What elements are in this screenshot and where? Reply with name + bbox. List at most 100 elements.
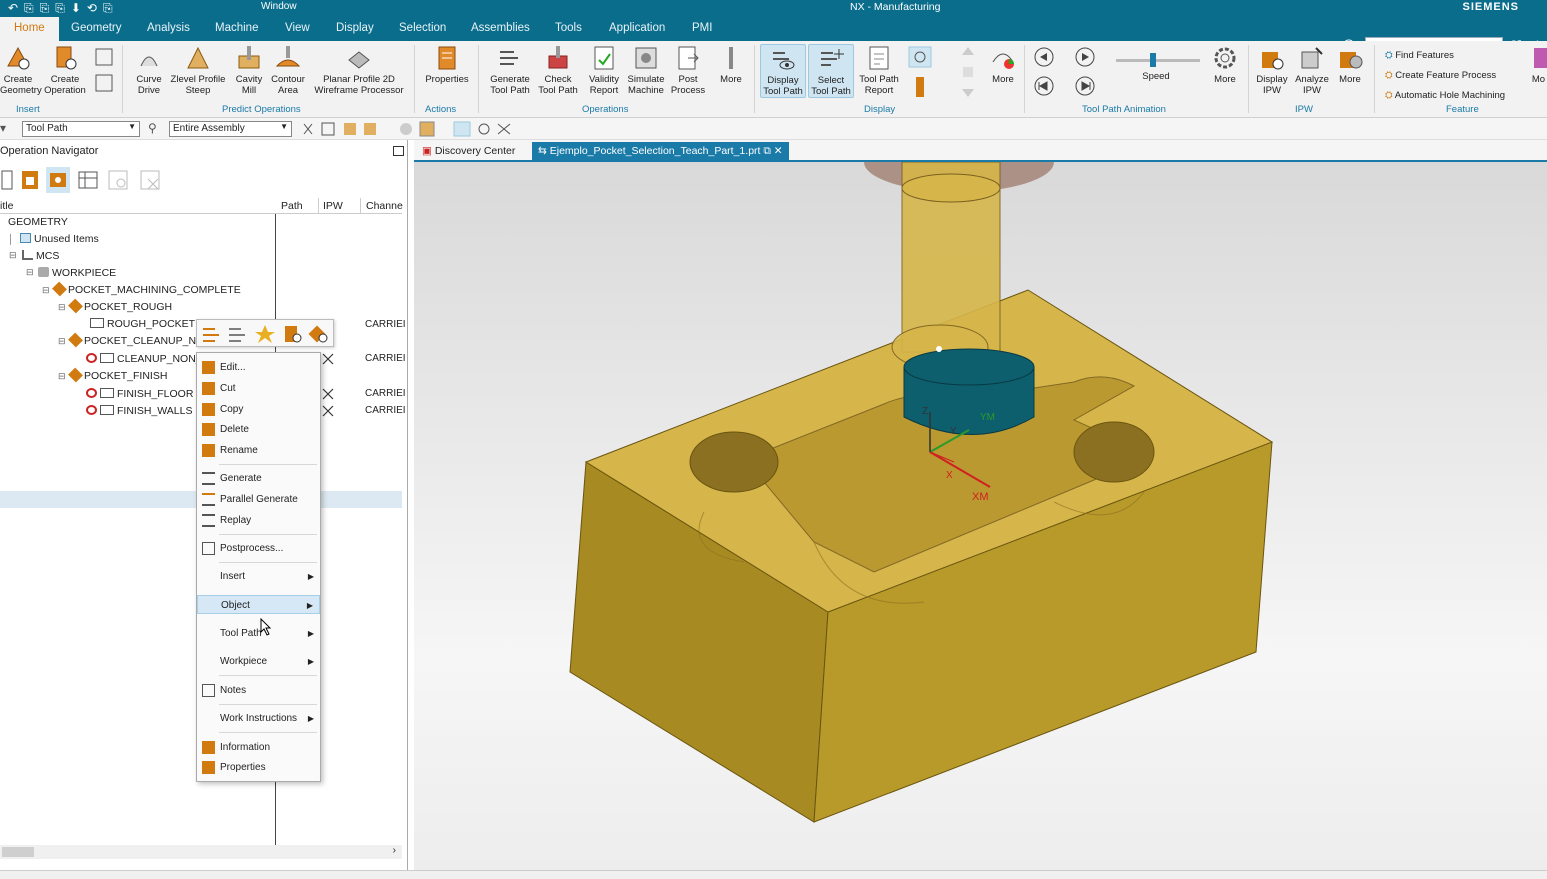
tree-node-unused-items[interactable]: Unused Items (20, 231, 99, 247)
tab-tools[interactable]: Tools (555, 22, 582, 34)
create-operation-button[interactable]: Create Operation (40, 44, 90, 96)
curve-drive-button[interactable]: Curve Drive (130, 44, 168, 96)
analyze-ipw-button[interactable]: Analyze IPW (1292, 44, 1332, 96)
window-menu[interactable]: Window (261, 1, 297, 12)
maximize-icon[interactable] (393, 146, 404, 156)
remove-item-icon[interactable] (138, 167, 162, 193)
machining-method-view-icon[interactable] (76, 167, 100, 193)
scrollbar-thumb[interactable] (2, 847, 34, 857)
menu-dropdown-arrow[interactable]: ▾ (0, 121, 6, 135)
close-tab-icon[interactable]: ✕ (774, 145, 783, 157)
display-small-icons[interactable] (906, 45, 936, 101)
menu-item-delete[interactable]: Delete (197, 420, 320, 439)
menu-item-properties[interactable]: Properties (197, 758, 320, 777)
properties-button[interactable]: Properties (422, 44, 472, 85)
quick-access-icons[interactable]: ↶⎘⎘⎘⬇⟲⎘ (8, 1, 119, 16)
menu-item-rename[interactable]: Rename (197, 441, 320, 460)
col-ipw-header[interactable]: IPW (323, 200, 343, 212)
tree-node-pocket-finish[interactable]: POCKET_FINISH (68, 367, 167, 384)
tab-part-file[interactable]: ⇆ Ejemplo_Pocket_Selection_Teach_Part_1.… (532, 142, 789, 162)
tree-node-rough-pocket[interactable]: ROUGH_POCKET (90, 316, 195, 332)
zlevel-profile-steep-button[interactable]: Zlevel Profile Steep (168, 44, 228, 96)
tab-application[interactable]: Application (609, 22, 665, 34)
mini-toolbar-icons[interactable] (201, 323, 331, 345)
menu-item-copy[interactable]: Copy (197, 400, 320, 419)
tab-assemblies[interactable]: Assemblies (471, 22, 530, 34)
speed-slider-track[interactable] (1116, 59, 1200, 62)
tab-discovery-center[interactable]: ▣ Discovery Center (416, 142, 521, 162)
display-tool-path-button[interactable]: Display Tool Path (760, 44, 806, 98)
tree-node-pocket-rough[interactable]: POCKET_ROUGH (68, 298, 172, 315)
menu-item-workpiece[interactable]: Workpiece ▶ (197, 652, 320, 671)
tree-node-finish-walls[interactable]: FINISH_WALLS (86, 403, 192, 419)
col-path-header[interactable]: Path (281, 200, 303, 212)
machine-tool-view-icon[interactable] (18, 167, 42, 193)
mcs-display-icons[interactable] (452, 120, 518, 138)
tab-selection[interactable]: Selection (399, 22, 446, 34)
tree-node-pocket-machining-complete[interactable]: POCKET_MACHINING_COMPLETE (52, 281, 241, 298)
menu-item-replay[interactable]: Replay (197, 511, 320, 530)
planar-profile-button[interactable]: Planar Profile 2D Wireframe Processor (312, 44, 406, 96)
menu-item-cut[interactable]: Cut (197, 379, 320, 398)
automatic-hole-machining-button[interactable]: ⛭ Automatic Hole Machining (1385, 86, 1505, 106)
menu-item-information[interactable]: Information (197, 738, 320, 757)
tree-node-mcs[interactable]: MCS (22, 248, 59, 264)
display-more-button[interactable]: More (984, 44, 1022, 85)
tree-node-geometry[interactable]: GEOMETRY (8, 214, 68, 230)
horizontal-scrollbar[interactable]: › (0, 845, 402, 859)
animation-more-button[interactable]: More (1206, 44, 1244, 85)
snap-icons[interactable] (300, 120, 440, 138)
menu-item-notes[interactable]: Notes (197, 681, 320, 700)
menu-item-postprocess[interactable]: Postprocess... (197, 539, 320, 558)
filter-icon[interactable]: ⚲ (148, 121, 157, 135)
more-overflow-button[interactable]: Mo (1530, 44, 1547, 85)
tab-view[interactable]: View (285, 22, 310, 34)
tool-path-report-button[interactable]: Tool Path Report (856, 44, 902, 96)
tab-home[interactable]: Home (0, 17, 59, 41)
simulate-machine-button[interactable]: Simulate Machine (625, 44, 667, 96)
validity-report-button[interactable]: Validity Report (583, 44, 625, 96)
geometry-view-icon[interactable] (46, 167, 70, 193)
ipw-more-button[interactable]: More (1332, 44, 1368, 85)
menu-item-parallel-generate[interactable]: Parallel Generate (197, 490, 320, 509)
graphics-viewport[interactable]: XM X Y Z YM (414, 162, 1547, 870)
cavity-mill-button[interactable]: Cavity Mill (230, 44, 268, 96)
select-tool-path-button[interactable]: Select Tool Path (808, 44, 854, 98)
check-tool-path-button[interactable]: Check Tool Path (535, 44, 581, 96)
create-geometry-button[interactable]: Create Geometry (0, 44, 42, 96)
selection-scope-combo[interactable]: Entire Assembly ▼ (169, 121, 292, 137)
menu-item-work-instructions[interactable]: Work Instructions ▶ (197, 709, 320, 728)
col-channel-header[interactable]: Channe (366, 200, 403, 212)
tab-display[interactable]: Display (336, 22, 374, 34)
undock-icon[interactable]: ⧉ (763, 145, 771, 157)
animation-controls[interactable] (1030, 45, 1110, 101)
tree-node-workpiece[interactable]: WORKPIECE (38, 265, 116, 281)
speed-slider-thumb[interactable] (1150, 53, 1156, 67)
generate-tool-path-button[interactable]: Generate Tool Path (486, 44, 534, 96)
post-process-button[interactable]: Post Process (668, 44, 708, 96)
simulate-machine-icon (635, 47, 657, 69)
menu-item-insert[interactable]: Insert ▶ (197, 567, 320, 586)
contour-area-button[interactable]: Contour Area (266, 44, 310, 96)
display-ipw-button[interactable]: Display IPW (1252, 44, 1292, 96)
create-feature-process-button[interactable]: ⛭ Create Feature Process (1385, 66, 1505, 86)
menu-item-edit[interactable]: Edit... (197, 358, 320, 377)
insert-small-icons[interactable] (93, 47, 117, 97)
tab-geometry[interactable]: Geometry (71, 22, 122, 34)
tree-node-pocket-cleanup[interactable]: POCKET_CLEANUP_NON (68, 332, 212, 349)
tree-node-finish-floor[interactable]: FINISH_FLOOR (86, 386, 193, 402)
operations-more-button[interactable]: More (712, 44, 750, 85)
menu-item-object[interactable]: Object ▶ (197, 595, 320, 614)
scroll-right-icon[interactable]: › (393, 845, 396, 856)
arrow-up-down-icons[interactable] (958, 45, 978, 101)
tab-machine[interactable]: Machine (215, 22, 258, 34)
add-item-icon[interactable] (106, 167, 130, 193)
find-features-button[interactable]: ⛭ Find Features (1385, 46, 1505, 66)
tree-node-cleanup-non[interactable]: CLEANUP_NON_ (86, 351, 202, 367)
col-name-header[interactable]: itle (0, 200, 13, 212)
type-filter-combo[interactable]: Tool Path ▼ (22, 121, 140, 137)
tab-pmi[interactable]: PMI (692, 22, 712, 34)
tab-analysis[interactable]: Analysis (147, 22, 190, 34)
menu-item-tool-path[interactable]: Tool Path ▶ (197, 624, 320, 643)
menu-item-generate[interactable]: Generate (197, 469, 320, 488)
